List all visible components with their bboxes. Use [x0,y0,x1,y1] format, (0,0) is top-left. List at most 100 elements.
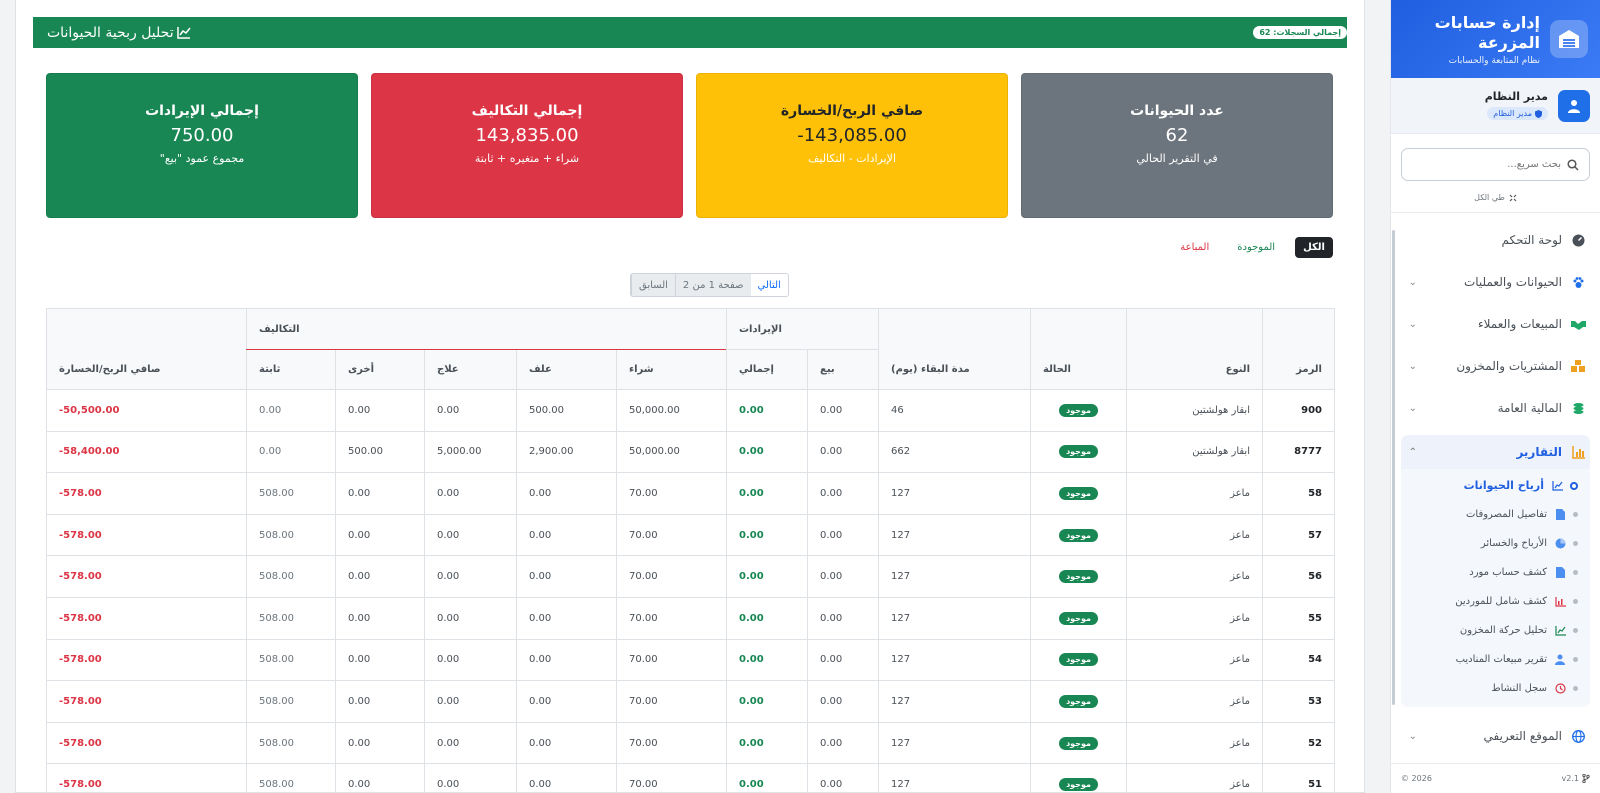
filter-existing-button[interactable]: الموجودة [1229,237,1283,258]
cell-treatment: 0.00 [424,472,517,515]
collapse-all-button[interactable]: طي الكل [1391,187,1600,213]
cell-purchase: 70.00 [616,596,727,640]
cell-feed: 0.00 [516,596,617,640]
status-badge: موجود [1059,736,1098,750]
sidebar-subitem-inventory-movement[interactable]: تحليل حركة المخزون [1401,616,1590,645]
bullet-dot [1573,599,1578,604]
status-badge: موجود [1059,694,1098,708]
table-row[interactable]: 54 ماعز موجود 127 0.00 0.00 70.00 0.00 0.00 0.00 5… [46,638,1335,682]
page-header: إجمالي السجلات: 62 تحليل ربحية الحيوانات [33,17,1347,48]
chevron-down-icon: ⌄ [1408,318,1417,330]
status-badge: موجود [1059,611,1098,625]
active-indicator [1570,481,1578,490]
cell-fixed: 508.00 [246,680,336,723]
cell-purchase: 70.00 [616,721,727,765]
col-header-feed[interactable]: علف [516,349,617,390]
table-row[interactable]: 52 ماعز موجود 127 0.00 0.00 70.00 0.00 0.00 0.00 5… [46,721,1335,765]
bullet-dot [1573,570,1578,575]
cell-code: 56 [1262,555,1335,598]
sidebar-subitem-all-suppliers[interactable]: كشف شامل للموردين [1401,587,1590,616]
version-label: v2.1 [1561,774,1579,783]
sidebar-subitem-supplier-statement[interactable]: كشف حساب مورد [1401,558,1590,587]
sidebar-subitem-profit-loss[interactable]: الأرباح والخسائر [1401,529,1590,558]
pagination: السابق صفحة 1 من 2 التالي [630,273,789,297]
sidebar-item-label: لوحة التحكم [1501,233,1563,247]
chart-bar-icon [1570,444,1586,460]
sidebar-subitem-expense-details[interactable]: تفاصيل المصروفات [1401,500,1590,529]
col-header-code[interactable]: الرمز [1262,308,1335,390]
sidebar-item-finance[interactable]: المالية العامة ⌄ [1401,393,1590,423]
user-role-label: مدير النظام [1493,109,1532,118]
cell-feed: 0.00 [516,513,617,557]
cell-net-profit: -578.00 [46,472,247,515]
cell-code: 51 [1262,763,1335,793]
cell-days: 46 [878,389,1031,432]
col-header-fixed[interactable]: ثابتة [246,349,336,390]
sidebar-item-dashboard[interactable]: لوحة التحكم [1401,225,1590,255]
table-row[interactable]: 900 ابقار هولشتين موجود 46 0.00 0.00 50,000.00… [46,389,1335,432]
chevron-down-icon: ⌄ [1408,730,1417,742]
sidebar-item-sales[interactable]: المبيعات والعملاء ⌄ [1401,309,1590,339]
cell-status: موجود [1030,680,1127,723]
cell-revenue-total: 0.00 [726,596,808,640]
quick-search-input[interactable] [1412,159,1561,170]
sidebar-scrollbar[interactable] [1392,230,1395,705]
filter-all-button[interactable]: الكل [1295,237,1333,258]
cell-code: 8777 [1262,430,1335,474]
cell-days: 127 [878,721,1031,765]
col-header-status[interactable]: الحالة [1030,308,1127,390]
brand-title: إدارة حسابات المزرعة [1434,12,1540,52]
cell-net-profit: -578.00 [46,596,247,640]
cell-code: 52 [1262,721,1335,765]
cell-type: ماعز [1126,763,1263,793]
sidebar-subitem-label: كشف شامل للموردين [1455,596,1547,607]
cell-sale: 0.00 [807,596,879,640]
collapse-all-label: طي الكل [1474,193,1505,202]
sidebar-subitem-rep-sales[interactable]: تقرير مبيعات المناديب [1401,645,1590,674]
user-avatar-icon [1558,89,1590,122]
card-total-revenue: إجمالي الإيرادات 750.00 مجموع عمود "بيع" [46,73,358,218]
table-row[interactable]: 53 ماعز موجود 127 0.00 0.00 70.00 0.00 0.00 0.00 5… [46,680,1335,723]
sidebar-subitem-animal-profits[interactable]: أرباح الحيوانات [1401,471,1590,500]
cell-status: موجود [1030,638,1127,682]
handshake-icon [1570,316,1586,332]
col-header-sale[interactable]: بيع [807,349,879,390]
table-row[interactable]: 55 ماعز موجود 127 0.00 0.00 70.00 0.00 0.00 0.00 5… [46,596,1335,640]
cell-treatment: 0.00 [424,721,517,765]
col-header-days[interactable]: مدة البقاء (يوم) [878,308,1031,390]
col-header-other[interactable]: أخرى [335,349,425,390]
col-header-treatment[interactable]: علاج [424,349,517,390]
filter-sold-button[interactable]: المباعة [1172,237,1217,258]
prev-page-button[interactable]: السابق [631,274,675,296]
cell-code: 57 [1262,513,1335,557]
status-badge: موجود [1059,570,1098,584]
bullet-dot [1573,541,1578,546]
cell-revenue-total: 0.00 [726,638,808,682]
cell-fixed: 508.00 [246,513,336,557]
cell-fixed: 508.00 [246,555,336,598]
table-row[interactable]: 56 ماعز موجود 127 0.00 0.00 70.00 0.00 0.00 0.00 5… [46,555,1335,598]
sidebar-item-animals[interactable]: الحيوانات والعمليات ⌄ [1401,267,1590,297]
table-row[interactable]: 51 ماعز موجود 127 0.00 0.00 70.00 0.00 0.00 0.00 5… [46,763,1335,793]
user-profile[interactable]: مدير النظام مدير النظام [1391,78,1600,134]
col-header-purchase[interactable]: شراء [616,349,727,390]
next-page-button[interactable]: التالي [750,274,788,296]
history-icon [1554,683,1566,695]
table-row[interactable]: 58 ماعز موجود 127 0.00 0.00 70.00 0.00 0.00 0.00 5… [46,472,1335,515]
col-header-total[interactable]: إجمالي [726,349,808,390]
cell-feed: 0.00 [516,638,617,682]
col-header-net[interactable]: صافي الربح/الخسارة [46,308,247,390]
sidebar-item-website[interactable]: الموقع التعريفي ⌄ [1401,721,1590,751]
cell-status: موجود [1030,430,1127,474]
sidebar-item-purchases[interactable]: المشتريات والمخزون ⌄ [1401,351,1590,381]
sidebar-subitem-label: تحليل حركة المخزون [1459,625,1547,636]
col-header-type[interactable]: النوع [1126,308,1263,390]
table-row[interactable]: 57 ماعز موجود 127 0.00 0.00 70.00 0.00 0.00 0.00 5… [46,513,1335,557]
table-row[interactable]: 8777 ابقار هولشتين موجود 662 0.00 0.00 50,000.… [46,430,1335,474]
cell-code: 54 [1262,638,1335,682]
cell-feed: 0.00 [516,555,617,598]
cell-revenue-total: 0.00 [726,763,808,793]
sidebar-subitem-activity-log[interactable]: سجل النشاط [1401,674,1590,703]
summary-cards: إجمالي الإيرادات 750.00 مجموع عمود "بيع"… [46,73,1335,218]
sidebar-item-reports[interactable]: التقارير ⌃ [1401,435,1590,469]
